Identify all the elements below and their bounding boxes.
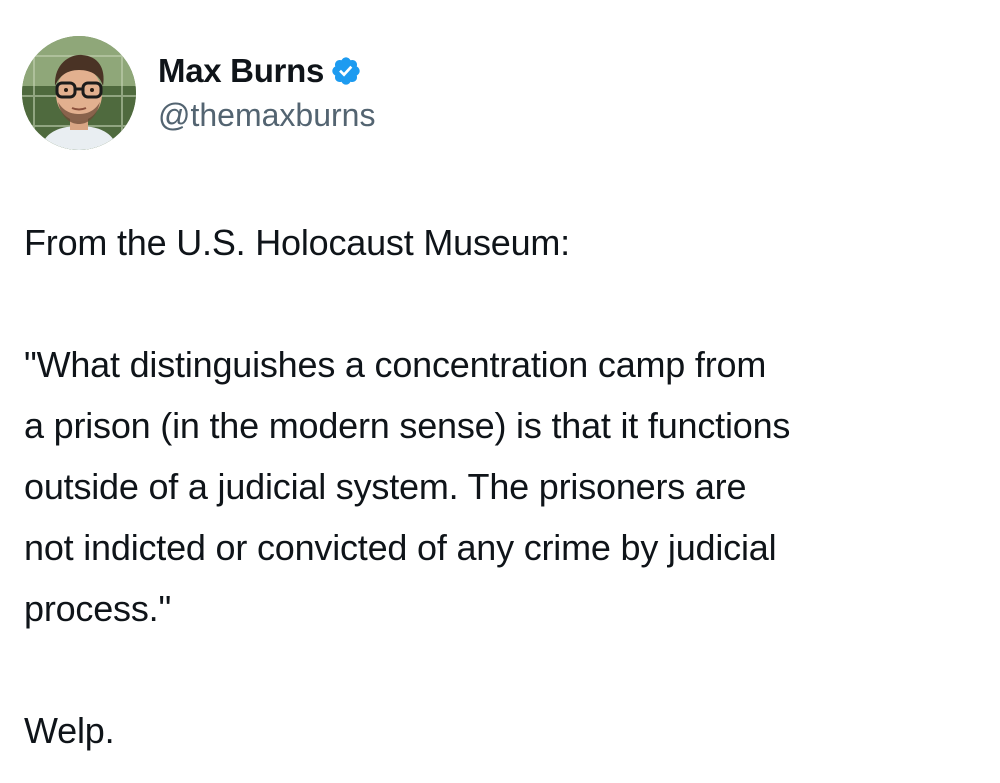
quote-line-2: a prison (in the modern sense) is that i… <box>24 405 791 446</box>
tweet-closing-line: Welp. <box>24 710 115 751</box>
avatar-photo-icon <box>22 36 136 150</box>
author-display-name[interactable]: Max Burns <box>158 52 324 90</box>
tweet-header: Max Burns @themaxburns <box>22 36 375 150</box>
tweet-intro-line: From the U.S. Holocaust Museum: <box>24 222 570 263</box>
verified-badge-icon <box>330 55 362 87</box>
author-name-row: Max Burns <box>158 49 375 93</box>
paragraph-break <box>24 273 984 334</box>
quote-line-5: process." <box>24 588 172 629</box>
author-avatar[interactable] <box>22 36 136 150</box>
paragraph-break <box>24 639 984 700</box>
author-handle[interactable]: @themaxburns <box>158 97 375 134</box>
tweet-card: Max Burns @themaxburns From the U.S. Hol… <box>0 0 1000 783</box>
tweet-text: From the U.S. Holocaust Museum: "What di… <box>24 212 984 761</box>
quote-line-4: not indicted or convicted of any crime b… <box>24 527 777 568</box>
quote-line-1: "What distinguishes a concentration camp… <box>24 344 767 385</box>
quote-line-3: outside of a judicial system. The prison… <box>24 466 747 507</box>
author-identity: Max Burns @themaxburns <box>158 49 375 134</box>
